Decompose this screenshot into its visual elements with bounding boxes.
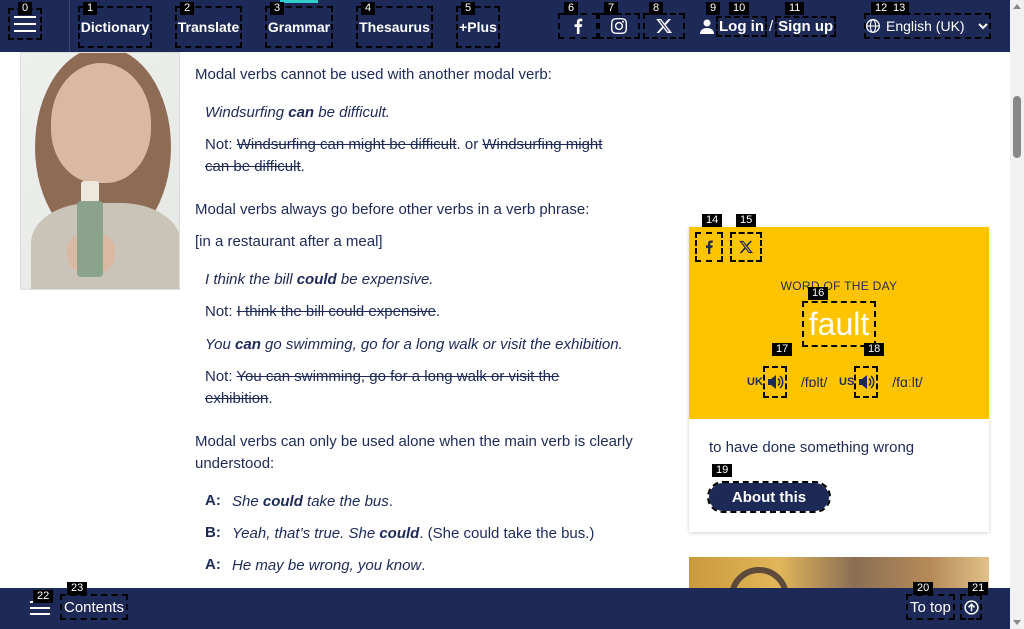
nav-translate-label: Translate xyxy=(177,19,240,35)
word-definition: to have done something wrong xyxy=(709,439,915,456)
example-sentence: Windsurfing can be difficult. xyxy=(205,104,390,121)
facebook-icon xyxy=(574,18,583,34)
speaker-icon xyxy=(767,375,784,389)
marker-label: 3 xyxy=(270,2,285,15)
language-selector[interactable]: English (UK) xyxy=(864,13,991,39)
instagram-icon xyxy=(611,18,627,34)
us-region-label: US xyxy=(839,376,855,388)
about-this-button[interactable]: About this xyxy=(707,481,831,513)
word-of-the-day-link[interactable]: fault xyxy=(802,301,876,347)
nav-plus-label: +Plus xyxy=(459,19,497,35)
uk-pronunciation: UK /fɒlt/ xyxy=(747,366,828,398)
signup-link[interactable]: Sign up xyxy=(775,15,837,37)
language-label: English (UK) xyxy=(886,18,965,34)
nav-dictionary-label: Dictionary xyxy=(80,19,150,35)
arrow-up-circle-icon xyxy=(963,599,979,615)
speaker-icon xyxy=(859,375,875,389)
incorrect-example: Not: Windsurfing can might be difficult.… xyxy=(205,136,603,175)
us-ipa: /fɑːlt/ xyxy=(892,374,923,390)
context-note: [in a restaurant after a meal] xyxy=(195,233,383,250)
marker-label: 22 xyxy=(33,590,54,603)
marker-label: 8 xyxy=(649,2,664,15)
dialogue-speaker: B: xyxy=(205,524,221,541)
top-navbar: 0 Dictionary 1 Translate 2 Grammar 3 The… xyxy=(0,0,1010,52)
marker-label: 13 xyxy=(889,2,910,15)
advertisement-image[interactable] xyxy=(20,52,180,290)
uk-ipa: /fɒlt/ xyxy=(800,374,828,390)
marker-label: 11 xyxy=(785,2,805,15)
marker-label: 7 xyxy=(604,2,619,15)
share-x-button[interactable] xyxy=(730,232,762,262)
marker-label: 19 xyxy=(712,464,733,477)
to-top-icon-button[interactable] xyxy=(960,594,982,620)
article-paragraph: Modal verbs cannot be used with another … xyxy=(195,66,552,83)
marker-label: 18 xyxy=(864,343,885,356)
to-top-button[interactable]: To top xyxy=(906,594,955,620)
x-twitter-icon xyxy=(739,240,753,254)
marker-label: 5 xyxy=(461,2,476,15)
marker-label: 21 xyxy=(968,582,989,595)
word-of-the-day-label: WORD OF THE DAY xyxy=(780,279,898,293)
marker-label: 16 xyxy=(808,287,829,300)
dialogue-line: Yeah, that’s true. She could. (She could… xyxy=(232,525,595,542)
marker-label: 6 xyxy=(564,2,579,15)
marker-label: 17 xyxy=(772,343,793,356)
uk-region-label: UK xyxy=(747,376,763,388)
incorrect-example: Not: You can swimming, go for a long wal… xyxy=(205,368,560,407)
vertical-scrollbar[interactable] xyxy=(1010,0,1024,629)
login-signup-area: Log in / Sign up xyxy=(700,15,837,37)
marker-label: 0 xyxy=(18,2,33,15)
marker-label: 23 xyxy=(67,582,88,595)
scroll-up-arrow-icon[interactable] xyxy=(1013,4,1021,9)
ad-bottle-cap xyxy=(81,181,99,203)
incorrect-example: Not: I think the bill could expensive. xyxy=(205,303,441,320)
share-facebook-button[interactable] xyxy=(695,232,723,262)
x-twitter-icon xyxy=(656,19,672,33)
user-icon xyxy=(700,19,714,34)
nav-grammar-label: Grammar xyxy=(267,19,331,35)
x-twitter-link[interactable] xyxy=(643,13,685,39)
chevron-down-icon xyxy=(977,23,988,30)
marker-label: 20 xyxy=(913,582,934,595)
article-paragraph: Modal verbs always go before other verbs… xyxy=(195,201,590,218)
ad-bottle xyxy=(77,201,103,277)
login-separator: / xyxy=(769,17,774,35)
contents-button[interactable]: Contents xyxy=(59,594,129,620)
word-of-the-day-card: WORD OF THE DAY fault UK /fɒlt/ US /fɑːl… xyxy=(689,227,989,532)
us-audio-button[interactable] xyxy=(854,366,879,398)
marker-label: 1 xyxy=(83,2,98,15)
facebook-icon xyxy=(706,240,713,254)
bottom-toolbar: Contents To top xyxy=(0,588,1010,629)
dialogue-speaker: A: xyxy=(205,492,221,509)
marker-label: 14 xyxy=(702,214,723,227)
login-link[interactable]: Log in xyxy=(716,15,767,37)
marker-label: 10 xyxy=(729,2,750,15)
instagram-link[interactable] xyxy=(598,13,640,39)
dialogue-line: She could take the bus. xyxy=(232,493,393,510)
marker-label: 2 xyxy=(180,2,195,15)
marker-label: 9 xyxy=(706,2,721,15)
word-of-the-day-banner: WORD OF THE DAY fault UK /fɒlt/ US /fɑːl… xyxy=(689,227,989,419)
scrollbar-thumb[interactable] xyxy=(1013,96,1021,158)
nav-thesaurus-label: Thesaurus xyxy=(359,19,430,35)
facebook-link[interactable] xyxy=(558,13,598,39)
us-pronunciation: US /fɑːlt/ xyxy=(839,366,923,398)
dialogue-speaker: A: xyxy=(205,556,221,573)
dialogue-line: He may be wrong, you know. xyxy=(232,557,426,574)
scroll-down-arrow-icon[interactable] xyxy=(1013,620,1021,625)
example-sentence: You can go swimming, go for a long walk … xyxy=(205,336,623,353)
marker-label: 15 xyxy=(736,214,757,227)
marker-label: 4 xyxy=(361,2,376,15)
article-paragraph: Modal verbs can only be used alone when … xyxy=(195,433,633,472)
ad-photo-face xyxy=(51,63,151,183)
nav-divider xyxy=(69,0,70,52)
globe-icon xyxy=(866,19,880,33)
example-sentence: I think the bill could be expensive. xyxy=(205,271,434,288)
uk-audio-button[interactable] xyxy=(762,366,787,398)
